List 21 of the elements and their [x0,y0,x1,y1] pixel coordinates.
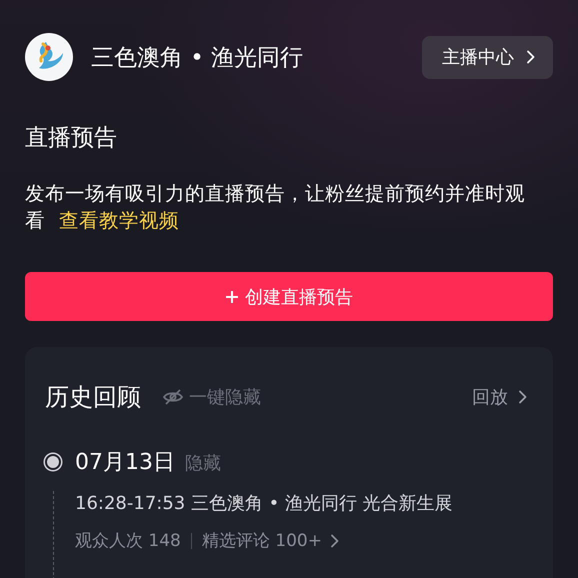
avatar[interactable] [25,33,73,81]
timeline-dot [45,454,61,470]
card-title: 历史回顾 [45,382,141,413]
section-title: 直播预告 [25,124,118,153]
streamer-center-button[interactable]: 主播中心 [422,36,553,78]
viewer-count: 观众人次 148 [75,530,181,552]
description: 发布一场有吸引力的直播预告，让粉丝提前预约并准时观看 查看教学视频 [25,181,526,234]
hide-link[interactable]: 隐藏 [185,451,221,475]
chevron-right-icon [518,390,527,404]
date-label: 07月13日 [75,449,175,477]
tutorial-link[interactable]: 查看教学视频 [59,209,179,232]
comments-link[interactable]: 精选评论 100+ [202,529,339,552]
session-title: 16:28-17:53 三色澳角 • 渔光同行 光合新生展 [75,492,454,515]
eye-slash-icon [163,388,183,406]
hide-all-button[interactable]: 一键隐藏 [163,385,472,409]
chevron-right-icon [330,534,339,548]
create-preview-button[interactable]: 创建直播预告 [25,272,553,321]
replay-link[interactable]: 回放 [472,385,527,409]
plus-icon [225,290,239,304]
account-name: 三色澳角 • 渔光同行 [91,44,304,72]
chevron-right-icon [526,50,535,64]
